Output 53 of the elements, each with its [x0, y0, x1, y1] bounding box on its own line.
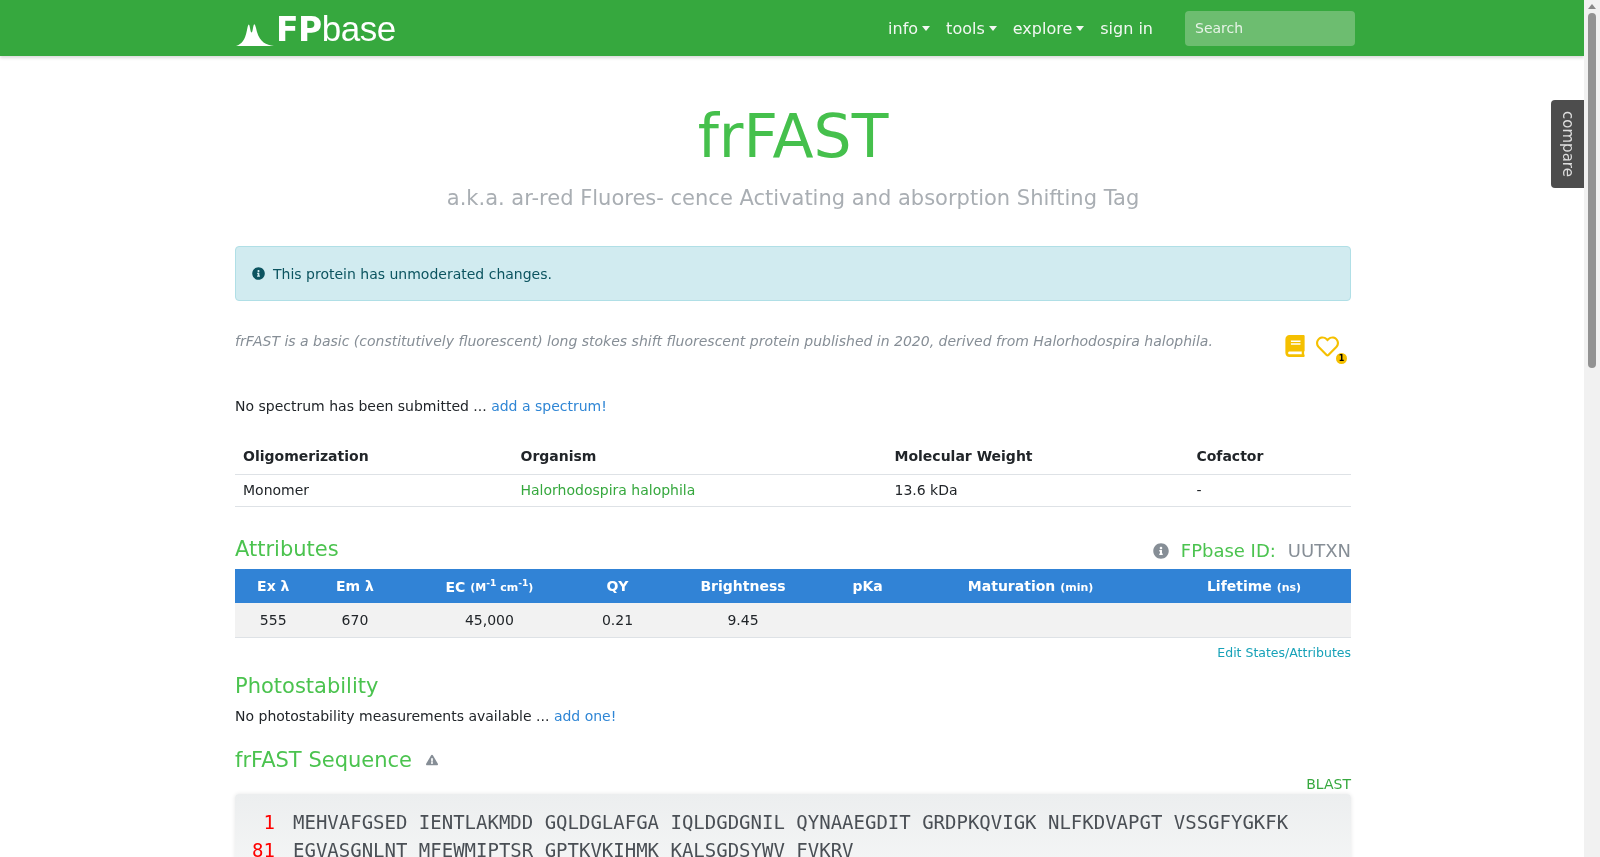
count-badge: 1	[1336, 353, 1347, 364]
column-header: EC (M$^{-1}$ cm$^{-1}$)	[398, 569, 581, 603]
table-cell: 670	[311, 603, 399, 638]
column-header: pKa	[831, 569, 904, 603]
edit-link[interactable]: Edit States/Attributes	[1217, 645, 1351, 660]
line-number: 1	[262, 810, 275, 835]
section-heading: frFAST Sequence	[235, 748, 412, 772]
info-icon	[252, 267, 265, 280]
add-link[interactable]: add one!	[553, 708, 617, 724]
id-value: UUTXN	[1287, 540, 1351, 561]
compare-tab[interactable]: compare	[1551, 100, 1584, 188]
description: frFAST is a basic (constitutively fluorescent) long stokes shift fluorescent protein published in 2020, derived from Halorhodospira halophila.	[235, 333, 1214, 349]
blast-link[interactable]: BLAST	[1306, 776, 1351, 792]
spectrum-note: No spectrum has been submitted ... add a spectrum!	[235, 398, 608, 414]
organism-link[interactable]: Halorhodospira halophila	[512, 474, 887, 507]
column-header: Ex λ	[235, 569, 312, 603]
add-spectrum-link[interactable]: add a spectrum!	[491, 398, 607, 414]
table-cell: 555	[235, 603, 312, 638]
table-cell: 13.6 kDa	[886, 474, 1189, 507]
nav-link[interactable]: sign in	[1100, 18, 1153, 38]
search-field[interactable]: Search	[1185, 10, 1355, 46]
column-header: Oligomerization	[235, 436, 513, 475]
warning-icon[interactable]	[425, 754, 438, 766]
column-header: Organism	[512, 436, 887, 475]
table-cell: 45,000	[398, 603, 581, 638]
info-alert: This protein has unmoderated changes.	[235, 246, 1351, 301]
column-header: Molecular Weight	[886, 436, 1189, 475]
photostability-note: No photostability measurements available ... add one!	[235, 708, 618, 724]
column-header: Brightness	[654, 569, 832, 603]
table-cell: Monomer	[235, 474, 513, 507]
sequence-text: MEHVAFGSED IENTLAKMDD GQLDGLAFGA IQLDGDGNIL QYNAAEGDIT GRDPKQVIGK NLFKDVAPGT VSSGFYGKFK	[293, 810, 1289, 835]
column-header: Em λ	[311, 569, 399, 603]
table-cell: 0.21	[580, 603, 655, 638]
protein-title: frFAST	[697, 106, 889, 166]
id-label: FPbase ID:	[1180, 540, 1276, 561]
subtitle: a.k.a. ar-red Fluores- cence Activating and absorption Shifting Tag	[446, 186, 1140, 210]
book-icon[interactable]	[1284, 335, 1306, 357]
nav-link[interactable]: tools	[946, 18, 997, 38]
column-header: Lifetime (ns)	[1157, 569, 1351, 603]
section-heading: Attributes	[235, 537, 339, 561]
logo[interactable]: FPbase	[236, 10, 396, 46]
line-number: 81	[251, 838, 275, 857]
nav-link[interactable]: explore	[1012, 18, 1085, 38]
column-header: QY	[580, 569, 655, 603]
nav-link[interactable]: info	[888, 18, 931, 38]
heart-icon[interactable]	[1316, 335, 1339, 358]
table-cell: 9.45	[654, 603, 832, 638]
info-icon[interactable]	[1152, 542, 1169, 559]
column-header: Maturation (min)	[904, 569, 1158, 603]
sequence-text: EGVASGNLNT MFEWMIPTSR GPTKVKIHMK KALSGDSYWV FVKRV	[293, 838, 854, 857]
column-header: Cofactor	[1188, 436, 1351, 475]
table-cell: -	[1188, 474, 1351, 507]
section-heading: Photostability	[235, 674, 380, 698]
